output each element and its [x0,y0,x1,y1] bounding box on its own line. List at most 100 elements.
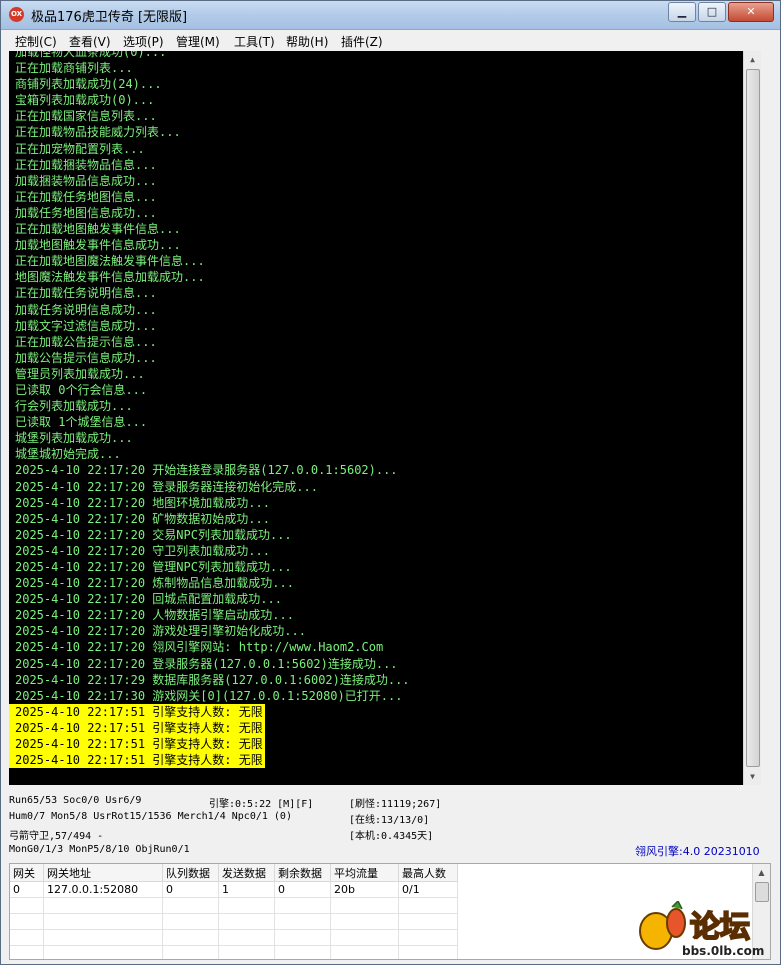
log-line-highlighted: 2025-4-10 22:17:51 引擎支持人数: 无限 [9,719,265,737]
cell-gate: 0 [10,881,44,898]
table-row[interactable] [10,913,458,930]
cell-address: 127.0.0.1:52080 [43,881,163,898]
log-line: 2025-4-10 22:17:29 数据库服务器(127.0.0.1:6002… [15,672,410,687]
log-line: 2025-4-10 22:17:20 游戏处理引擎初始化成功... [15,624,306,639]
col-gate[interactable]: 网关 [10,864,44,882]
status-guard: 弓箭守卫,57/494 - [9,831,104,842]
log-line: 2025-4-10 22:17:20 矿物数据初始成功... [15,511,270,526]
log-line: 正在加载任务说明信息... [15,286,157,301]
table-scroll-thumb[interactable] [755,882,769,902]
table-row[interactable]: 0 127.0.0.1:52080 0 1 0 20b 0/1 [10,881,458,898]
gate-table-header: 网关 网关地址 队列数据 发送数据 剩余数据 平均流量 最高人数 [10,864,458,882]
log-line: 正在加宠物配置列表... [15,141,145,156]
log-line-highlighted: 2025-4-10 22:17:51 引擎支持人数: 无限 [9,703,265,720]
log-line: 2025-4-10 22:17:20 回城点配置加载成功... [15,592,282,607]
status-local: [本机:0.4345天] [349,831,434,842]
status-refresh: [刷怪:11119;267] [349,799,442,810]
col-queue[interactable]: 队列数据 [162,864,219,882]
log-line: 2025-4-10 22:17:20 守卫列表加载成功... [15,543,270,558]
status-run: Run65/53 Soc0/0 Usr6/9 [9,795,142,806]
cell-max-users: 0/1 [398,881,458,898]
console-scrollbar[interactable]: ▲ ▼ [743,51,761,785]
table-scroll-up-icon[interactable]: ▲ [753,864,770,881]
log-console[interactable]: 加载怪物大血条成功(0)... 正在加载商铺列表... 商铺列表加载成功(24)..… [9,51,761,785]
log-line: 加载捆装物品信息成功... [15,173,157,188]
log-line: 行会列表加载成功... [15,399,133,414]
watermark-title: 论坛 [690,910,750,945]
log-line: 2025-4-10 22:17:20 地图环境加载成功... [15,495,270,510]
status-hum: Hum0/7 Mon5/8 UsrRot15/1536 Merch1/4 Npc… [9,811,292,822]
log-line: 正在加载捆装物品信息... [15,157,157,172]
cell-sent: 1 [218,881,275,898]
scroll-thumb[interactable] [746,69,760,767]
log-line: 地图魔法触发事件信息加载成功... [15,270,205,285]
log-line: 2025-4-10 22:17:30 游戏网关[0](127.0.0.1:520… [15,688,403,703]
log-line: 正在加载物品技能威力列表... [15,125,181,140]
menu-manage[interactable]: 管理(M) [176,33,220,50]
log-line: 2025-4-10 22:17:20 炼制物品信息加载成功... [15,576,294,591]
title-bar[interactable]: OX 极品176虎卫传奇 [无限版] ▁ □ ✕ [1,1,780,30]
log-line-highlighted: 2025-4-10 22:17:51 引擎支持人数: 无限 [9,752,265,769]
maximize-button[interactable]: □ [698,2,726,22]
log-line: 2025-4-10 22:17:20 登录服务器(127.0.0.1:5602)… [15,656,398,671]
cell-queue: 0 [162,881,219,898]
log-line: 城堡城初始完成... [15,447,121,462]
log-line: 已读取 1个城堡信息... [15,415,148,430]
log-line: 2025-4-10 22:17:20 登录服务器连接初始化完成... [15,479,318,494]
table-row[interactable] [10,945,458,959]
scroll-down-icon[interactable]: ▼ [744,768,761,785]
log-line-highlighted: 2025-4-10 22:17:51 引擎支持人数: 无限 [9,736,265,753]
table-row[interactable] [10,897,458,914]
main-window: OX 极品176虎卫传奇 [无限版] ▁ □ ✕ 控制(C) 查看(V) 选项(… [0,0,781,965]
log-line: 正在加载地图触发事件信息... [15,222,181,237]
log-line: 加载公告提示信息成功... [15,350,157,365]
log-line: 2025-4-10 22:17:20 人物数据引擎启动成功... [15,608,294,623]
log-line: 管理员列表加载成功... [15,366,145,381]
log-line: 正在加载公告提示信息... [15,334,157,349]
table-row[interactable] [10,929,458,946]
log-line: 正在加载国家信息列表... [15,109,157,124]
status-online: [在线:13/13/0] [349,815,430,826]
status-panel: Run65/53 Soc0/0 Usr6/9 引擎:0:5:22 [M][F] … [1,791,780,861]
menu-help[interactable]: 帮助(H) [286,33,328,50]
log-line: 正在加载任务地图信息... [15,189,157,204]
log-line: 城堡列表加载成功... [15,431,133,446]
close-button[interactable]: ✕ [728,2,774,22]
app-icon: OX [9,7,24,22]
scroll-up-icon[interactable]: ▲ [744,51,761,68]
log-line: 2025-4-10 22:17:20 管理NPC列表加载成功... [15,560,292,574]
log-line: 正在加载地图魔法触发事件信息... [15,254,205,269]
log-line: 2025-4-10 22:17:20 开始连接登录服务器(127.0.0.1:5… [15,463,398,478]
engine-version: 翎风引擎:4.0 20231010 [635,845,760,858]
log-line: 加载任务地图信息成功... [15,205,157,220]
col-avg-traffic[interactable]: 平均流量 [330,864,399,882]
menu-tools[interactable]: 工具(T) [234,33,275,50]
minimize-button[interactable]: ▁ [668,2,696,22]
log-line: 加载任务说明信息成功... [15,302,157,317]
log-line: 加载怪物大血条成功(0)... [15,51,167,59]
log-line: 加载地图触发事件信息成功... [15,238,181,253]
col-address[interactable]: 网关地址 [43,864,163,882]
menu-bar: 控制(C) 查看(V) 选项(P) 管理(M) 工具(T) 帮助(H) 插件(Z… [1,30,780,51]
log-line: 宝箱列表加载成功(0)... [15,93,155,108]
watermark-url: bbs.0lb.com [682,944,764,958]
menu-view[interactable]: 查看(V) [69,33,111,50]
col-remaining[interactable]: 剩余数据 [274,864,331,882]
log-line: 2025-4-10 22:17:20 翎风引擎网站: http://www.Ha… [15,640,384,655]
menu-control[interactable]: 控制(C) [15,33,57,50]
log-line: 2025-4-10 22:17:20 交易NPC列表加载成功... [15,527,292,542]
status-engine-time: 引擎:0:5:22 [M][F] [209,799,314,810]
menu-options[interactable]: 选项(P) [123,33,164,50]
log-line: 商铺列表加载成功(24)... [15,77,162,92]
log-line: 正在加载商铺列表... [15,61,133,76]
menu-plugins[interactable]: 插件(Z) [341,33,383,50]
status-mon: MonG0/1/3 MonP5/8/10 ObjRun0/1 [9,844,190,855]
forum-watermark-logo: 论坛 bbs.0lb.com [639,901,764,958]
col-sent[interactable]: 发送数据 [218,864,275,882]
cell-avg-traffic: 20b [330,881,399,898]
window-title: 极品176虎卫传奇 [无限版] [31,10,188,25]
log-line: 加载文字过滤信息成功... [15,318,157,333]
cell-remaining: 0 [274,881,331,898]
col-max-users[interactable]: 最高人数 [398,864,458,882]
log-line: 已读取 0个行会信息... [15,382,148,397]
